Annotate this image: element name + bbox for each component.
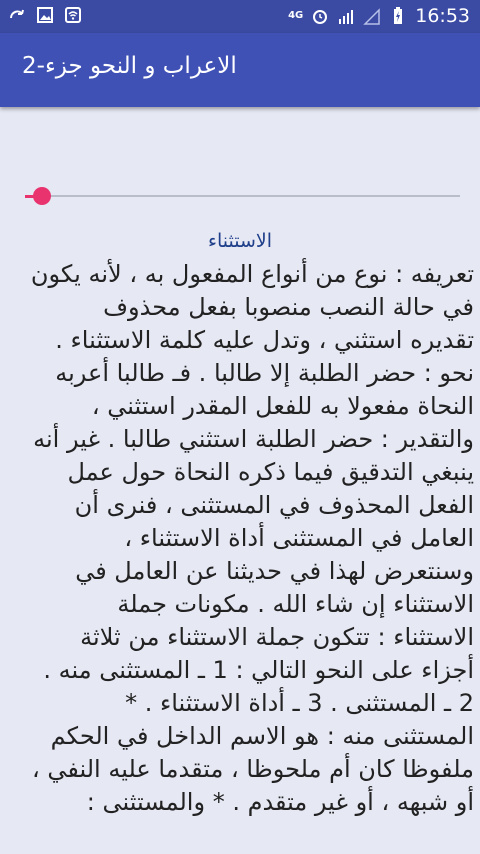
text-line: الاستثناء : تتكون جملة الاستثناء من ثلاث…: [80, 623, 474, 651]
image-icon: [37, 7, 53, 23]
text-line: النحاة مفعولا به للفعل المقدر استثني ،: [91, 392, 474, 420]
app-title: الاعراب و النحو جزء-2: [22, 53, 237, 79]
text-line: في حالة النصب منصوبا بفعل محذوف: [103, 293, 474, 321]
reading-progress-slider[interactable]: [25, 183, 460, 209]
section-heading: الاستثناء: [208, 230, 272, 252]
slider-track[interactable]: [25, 195, 460, 197]
text-line: تقديره استثني ، وتدل عليه كلمة الاستثناء…: [55, 326, 474, 354]
text-line: ملفوظا كان أم ملحوظا ، متقدما عليه النفي…: [31, 755, 474, 783]
wifi-icon: [65, 7, 81, 23]
status-time: 16:53: [415, 5, 470, 27]
text-line: نحو : حضر الطلبة إلا طالبا . فـ طالبا أع…: [55, 359, 474, 387]
article-text: تعريفه : نوع من أنواع المفعول به ، لأنه …: [10, 258, 474, 819]
battery-charging-icon: [394, 7, 403, 24]
text-line: تعريفه : نوع من أنواع المفعول به ، لأنه …: [30, 260, 474, 288]
text-line: ينبغي التدقيق فيما ذكره النحاة حول عمل: [67, 458, 474, 486]
text-line: الاستثناء إن شاء الله . مكونات جملة: [117, 590, 474, 618]
text-line: أجزاء على النحو التالي : 1 ـ المستثنى من…: [43, 656, 474, 684]
text-line: المستثنى منه : هو الاسم الداخل في الحكم: [50, 722, 474, 750]
signal-empty-icon: [363, 8, 380, 25]
text-line: أو شبهه ، أو غير متقدم . * والمستثنى :: [86, 788, 474, 816]
text-line: الفعل المحذوف في المستثنى ، فنرى أن: [74, 491, 474, 519]
text-line: 2 ـ المستثنى . 3 ـ أداة الاستثناء . *: [125, 689, 474, 717]
sync-icon: [10, 9, 24, 19]
text-line: والتقدير : حضر الطلبة استثني طالبا . غير…: [33, 425, 474, 453]
status-bar: 4G 16:53: [0, 0, 480, 33]
slider-thumb[interactable]: [33, 187, 51, 205]
app-bar: الاعراب و النحو جزء-2: [0, 33, 480, 107]
text-line: وسنتعرض لهذا في حديثنا عن العامل في: [75, 557, 474, 585]
network-4g-icon: 4G: [288, 10, 304, 21]
alarm-icon: [313, 10, 328, 24]
signal-icon: [339, 10, 354, 24]
text-line: العامل في المستثنى أداة الاستثناء ،: [124, 524, 474, 552]
